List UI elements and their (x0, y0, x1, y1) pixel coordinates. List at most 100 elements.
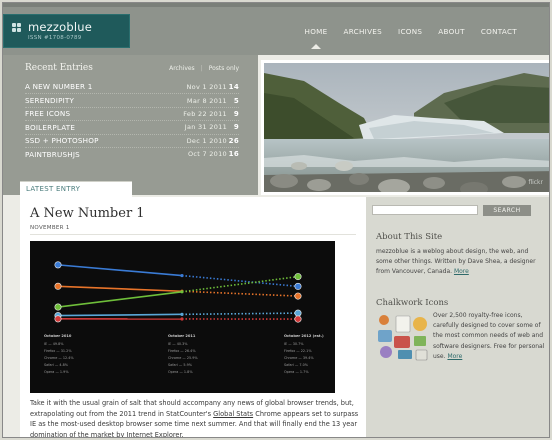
about-more-link[interactable]: More (454, 268, 469, 275)
site-header: mezzoblue ISSN #1708-0789 HOME ARCHIVES … (3, 3, 549, 55)
global-stats-link[interactable]: Global Stats (213, 410, 253, 418)
recent-entry-item[interactable]: Free Icons Feb 22 2011 9 (25, 106, 239, 120)
nav-icons[interactable]: ICONS (390, 27, 430, 36)
recent-entry-title[interactable]: Serendipity (25, 96, 74, 105)
chalkwork-more-link[interactable]: More (447, 353, 462, 360)
globe-icon (413, 317, 427, 331)
recent-entry-item[interactable]: PaintbrushJS Oct 7 2010 16 (25, 146, 239, 160)
series-projection-firefox (181, 290, 299, 297)
column-value-label: Chrome — 12.4% (44, 356, 74, 360)
series-line-ie (57, 264, 183, 277)
recent-entry-date: Mar 8 2011 (186, 96, 227, 105)
recent-entry-date: Dec 1 2010 (186, 136, 227, 145)
recent-entry-title[interactable]: A New Number 1 (25, 82, 92, 91)
point-ie-1 (180, 273, 184, 278)
logo-issn: ISSN #1708-0789 (28, 35, 82, 41)
logo-glyph-icon (12, 23, 24, 35)
column-heading: October 2010 (44, 334, 72, 338)
recent-entry-title[interactable]: PaintbrushJS (25, 150, 80, 159)
chalkwork-heading: Chalkwork Icons (376, 298, 449, 308)
nav-about[interactable]: ABOUT (430, 27, 473, 36)
recent-entry-comments[interactable]: 14 (227, 83, 239, 91)
post-divider (30, 234, 356, 235)
column-value-label: Opera — 1.9% (44, 370, 69, 374)
series-line-firefox (57, 285, 183, 293)
column-value-label: Firefox — 22.1% (284, 349, 312, 353)
posts-only-link[interactable]: Posts only (209, 65, 239, 72)
recent-entry-item[interactable]: A New Number 1 Nov 1 2011 14 (25, 80, 239, 93)
chalkwork-icons-image[interactable] (376, 312, 430, 362)
point-firefox-2 (294, 292, 302, 300)
point-safari-2 (294, 309, 302, 317)
main-nav: HOME ARCHIVES ICONS ABOUT CONTACT (296, 27, 525, 49)
nav-contact[interactable]: CONTACT (473, 27, 525, 36)
point-safari-1 (180, 312, 184, 316)
recent-entry-comments[interactable]: 26 (227, 137, 239, 145)
recent-entry-date: Feb 22 2011 (183, 109, 227, 118)
recent-entry-title[interactable]: Free Icons (25, 109, 70, 118)
series-line-safari (57, 313, 183, 317)
column-value-label: Safari — 4.8% (44, 363, 69, 367)
logo-name: mezzoblue (28, 20, 93, 34)
column-heading: October 2011 (168, 334, 196, 338)
column-value-label: Safari — 7.0% (284, 363, 309, 367)
point-opera-1 (180, 317, 184, 321)
recent-entry-meta: Mar 8 2011 5 (187, 97, 239, 105)
monitor-icon (378, 330, 392, 342)
recent-entry-item[interactable]: Serendipity Mar 8 2011 5 (25, 93, 239, 106)
column-value-label: IE — 49.8% (44, 342, 64, 346)
point-chrome-0 (54, 303, 62, 311)
recent-entry-comments[interactable]: 16 (227, 150, 239, 158)
search-button[interactable]: SEARCH (483, 205, 531, 216)
series-line-chrome (57, 291, 183, 308)
browser-share-chart: October 2010 IE — 49.8% Firefox — 31.2% Chr… (30, 241, 335, 393)
latest-entry-label: LATEST ENTRY (26, 185, 81, 193)
recent-entry-title[interactable]: SSD + Photoshop (25, 136, 99, 145)
point-opera-2 (294, 315, 302, 323)
calendar-icon (414, 336, 426, 346)
about-text: mezzoblue is a weblog about design, the … (376, 247, 544, 278)
photo-credit: flickr (528, 179, 543, 186)
recent-entry-item[interactable]: Boilerplate Jan 31 2011 9 (25, 120, 239, 133)
recent-entry-date: Oct 7 2010 (187, 150, 227, 159)
series-projection-ie (181, 274, 299, 288)
main-content: A New Number 1 NOVEMBER 1 October 2010 IE… (20, 197, 366, 437)
nav-archives[interactable]: ARCHIVES (336, 27, 391, 36)
post-title[interactable]: A New Number 1 (30, 206, 145, 221)
post-date: NOVEMBER 1 (30, 225, 70, 231)
user-icon (380, 346, 392, 358)
column-value-label: IE — 40.3% (168, 342, 188, 346)
recent-entry-meta: Oct 7 2010 16 (188, 150, 239, 158)
hero-photo: flickr (261, 60, 549, 195)
latest-entry-tab: LATEST ENTRY (20, 181, 132, 197)
series-projection-safari (181, 312, 299, 316)
column-value-label: IE — 30.7% (284, 342, 304, 346)
point-opera-0 (54, 315, 62, 323)
tab-separator: | (200, 65, 203, 72)
column-value-label: Opera — 1.8% (168, 370, 193, 374)
about-heading: About This Site (376, 232, 443, 242)
search-input[interactable] (372, 205, 478, 215)
column-heading: October 2012 (est.) (284, 334, 324, 338)
recent-entries-list: A New Number 1 Nov 1 2011 14 Serendipity Mar… (25, 80, 239, 160)
recent-entry-comments[interactable]: 5 (227, 97, 239, 105)
point-chrome-1 (180, 290, 184, 294)
recent-entry-comments[interactable]: 9 (227, 110, 239, 118)
post-body: Take it with the usual grain of salt tha… (30, 398, 360, 437)
recent-entry-title[interactable]: Boilerplate (25, 123, 75, 132)
mail-icon (398, 350, 412, 359)
column-value-label: Opera — 1.7% (284, 370, 309, 374)
recent-entry-comments[interactable]: 9 (227, 123, 239, 131)
note-icon (415, 349, 428, 361)
column-value-label: Firefox — 31.2% (44, 349, 72, 353)
recent-entry-item[interactable]: SSD + Photoshop Dec 1 2010 26 (25, 133, 239, 147)
recent-entry-date: Jan 31 2011 (184, 123, 227, 132)
point-ie-2 (294, 282, 302, 290)
recent-entry-meta: Nov 1 2011 14 (187, 83, 240, 91)
point-ie-0 (54, 261, 62, 269)
archives-link[interactable]: Archives (169, 65, 195, 72)
nav-home[interactable]: HOME (296, 27, 335, 49)
site-logo[interactable]: mezzoblue ISSN #1708-0789 (3, 14, 130, 48)
column-value-label: Firefox — 26.4% (168, 349, 196, 353)
header-top-band (3, 3, 549, 7)
